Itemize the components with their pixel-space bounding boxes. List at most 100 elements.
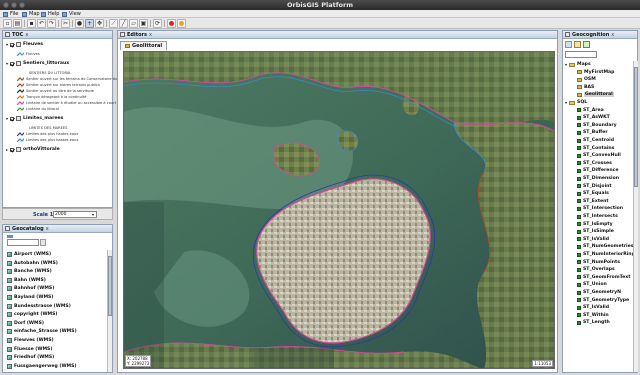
close-icon[interactable]: x <box>611 32 614 38</box>
filter-icon[interactable] <box>7 235 13 238</box>
geocatalog-item[interactable]: Bayland (WMS) <box>7 295 53 300</box>
redo-icon[interactable]: ↷ <box>47 19 56 28</box>
tree-function-item[interactable]: ST_Intersects <box>577 214 618 219</box>
tree-function-item[interactable]: ST_Buffer <box>577 130 608 135</box>
tree-function-item[interactable]: ST_Difference <box>577 168 618 173</box>
geocatalog-item[interactable]: copyright (WMS) <box>7 312 58 318</box>
tree-function-item[interactable]: ST_IsSimple <box>577 229 614 234</box>
geocatalog-item[interactable]: Dorf (WMS) <box>7 320 44 326</box>
open-icon[interactable]: ▤ <box>13 19 22 28</box>
geocatalog-item[interactable]: Flewves (WMS) <box>7 338 54 343</box>
geocatalog-scrollbar[interactable] <box>107 250 112 372</box>
geocatalog-item[interactable]: Airport (WMS) <box>7 252 51 257</box>
layer-visibility-checkbox[interactable] <box>10 147 15 152</box>
chevron-down-icon[interactable]: ▾ <box>565 100 567 105</box>
line-icon[interactable]: ╱ <box>119 19 128 28</box>
layer-visibility-checkbox[interactable] <box>10 116 15 121</box>
polygon-icon[interactable]: ▱ <box>129 19 138 28</box>
tree-function-item[interactable]: ST_Extent <box>577 199 609 204</box>
search-icon[interactable] <box>40 239 46 246</box>
tab-geolittoral[interactable]: Geolittoral <box>120 41 168 50</box>
toc-layer-row[interactable]: ▾ Sentiers_littoraux <box>6 61 69 66</box>
geocatalog-item[interactable]: Bundesstrasse (WMS) <box>7 303 71 309</box>
menu-file[interactable]: File <box>3 11 18 17</box>
cut-icon[interactable]: ✂ <box>61 19 70 28</box>
tree-function-item[interactable]: ST_NumPoints <box>577 260 620 265</box>
expand-icon[interactable]: ▾ <box>6 116 8 121</box>
expand-icon[interactable]: ▸ <box>6 147 8 152</box>
map-canvas[interactable]: X: 202788 Y: 2299273 1:11053 <box>123 51 555 369</box>
geocatalog-item[interactable]: Fluesse (WMS) <box>7 346 52 352</box>
geocatalog-item[interactable]: Fussgaengerweg (WMS) <box>7 363 76 369</box>
tree-function-item[interactable]: ST_Area <box>577 108 604 113</box>
tree-function-item[interactable]: ST_Union <box>577 282 607 287</box>
folder-icon[interactable] <box>574 41 581 48</box>
tree-function-item[interactable]: ST_IsEmpty <box>577 222 613 227</box>
tree-function-item[interactable]: ST_ConvexHull <box>577 153 621 158</box>
save-icon[interactable]: ▪ <box>27 19 36 28</box>
layer-visibility-checkbox[interactable] <box>10 61 15 66</box>
menu-view[interactable]: View <box>62 11 81 17</box>
geocatalog-item[interactable]: Friedhof (WMS) <box>7 355 54 361</box>
tree-function-item[interactable]: ST_Boundary <box>577 123 617 128</box>
geocatalog-search-input[interactable] <box>7 239 39 246</box>
tree-function-item[interactable]: ST_Contains <box>577 146 614 151</box>
toc-layer-row[interactable]: ▾ Limites_marees <box>6 116 63 121</box>
tree-function-item[interactable]: ST_Disjoint <box>577 184 612 189</box>
close-icon[interactable]: x <box>25 32 28 38</box>
tree-function-item[interactable]: ST_GeometryType <box>577 298 629 303</box>
geocatalog-item[interactable]: einfache_Strasse (WMS) <box>7 329 77 335</box>
tree-function-item[interactable]: ST_GeometryN <box>577 290 621 295</box>
pan-icon[interactable]: ✥ <box>95 19 104 28</box>
close-icon[interactable]: x <box>46 226 49 232</box>
zoom-in-icon[interactable]: + <box>85 19 94 28</box>
tree-function-item[interactable]: ST_Crosses <box>577 161 612 166</box>
delete-icon[interactable] <box>167 19 176 28</box>
measure-icon[interactable]: ⟋ <box>109 19 118 28</box>
tree-function-item[interactable]: ST_NumInteriorRings <box>577 252 638 257</box>
tree-function-item[interactable]: ST_IsValid <box>577 305 609 310</box>
tree-map-item[interactable]: Geolittoral <box>577 92 614 98</box>
geocatalog-item[interactable]: Bahnhof (WMS) <box>7 286 54 292</box>
tree-function-item[interactable]: ST_AsWKT <box>577 115 610 120</box>
toc-layer-row[interactable]: ▸ orthoVittorale <box>6 147 60 152</box>
tree-function-item[interactable]: ST_NumGeometries <box>577 244 633 249</box>
tree-function-item[interactable]: ST_Equals <box>577 191 609 196</box>
tree-function-item[interactable]: ST_Overlaps <box>577 267 615 272</box>
expand-icon[interactable]: ▾ <box>6 61 8 66</box>
menu-map[interactable]: Map <box>22 11 40 17</box>
refresh-icon[interactable] <box>583 41 590 48</box>
tree-map-item[interactable]: BAS <box>577 85 594 90</box>
style-icon[interactable] <box>177 19 186 28</box>
undo-icon[interactable]: ↶ <box>37 19 46 28</box>
info-icon[interactable]: ● <box>75 19 84 28</box>
tree-folder-maps[interactable]: ▾ Maps <box>565 62 591 67</box>
expand-icon[interactable]: ▾ <box>6 42 8 47</box>
close-icon[interactable]: x <box>149 32 152 38</box>
tree-folder-sql[interactable]: ▾ SQL <box>565 100 587 105</box>
geocognition-search-input[interactable] <box>565 51 597 58</box>
layer-visibility-checkbox[interactable] <box>10 42 15 47</box>
tree-function-item[interactable]: ST_Within <box>577 313 609 318</box>
scale-select[interactable]: 2000 <box>53 211 97 218</box>
geocatalog-item[interactable]: Banche (WMS) <box>7 269 52 275</box>
tree-function-item[interactable]: ST_IsValid <box>577 237 609 242</box>
chevron-down-icon[interactable]: ▾ <box>92 212 94 217</box>
add-folder-icon[interactable] <box>565 41 572 48</box>
scroll-thumb[interactable] <box>634 67 638 187</box>
toc-layer-row[interactable]: ▾ Fleuves <box>6 42 43 47</box>
tree-map-item[interactable]: MyFirstMap <box>577 70 614 75</box>
menu-help[interactable]: Help <box>41 11 59 17</box>
tree-function-item[interactable]: ST_Dimension <box>577 176 619 181</box>
geocognition-scrollbar[interactable] <box>633 61 638 372</box>
select-icon[interactable]: ▣ <box>139 19 148 28</box>
tree-function-item[interactable]: ST_GeomFromText <box>577 275 630 280</box>
tree-function-item[interactable]: ST_Intersection <box>577 206 623 211</box>
tree-function-item[interactable]: ST_Centroid <box>577 138 614 143</box>
scroll-thumb[interactable] <box>108 256 112 316</box>
tree-map-item[interactable]: OSM <box>577 77 596 82</box>
new-icon[interactable]: ▫ <box>3 19 12 28</box>
geocatalog-item[interactable]: Autobahn (WMS) <box>7 260 58 266</box>
refresh-icon[interactable]: ⟳ <box>153 19 162 28</box>
tree-function-item[interactable]: ST_Length <box>577 320 610 325</box>
